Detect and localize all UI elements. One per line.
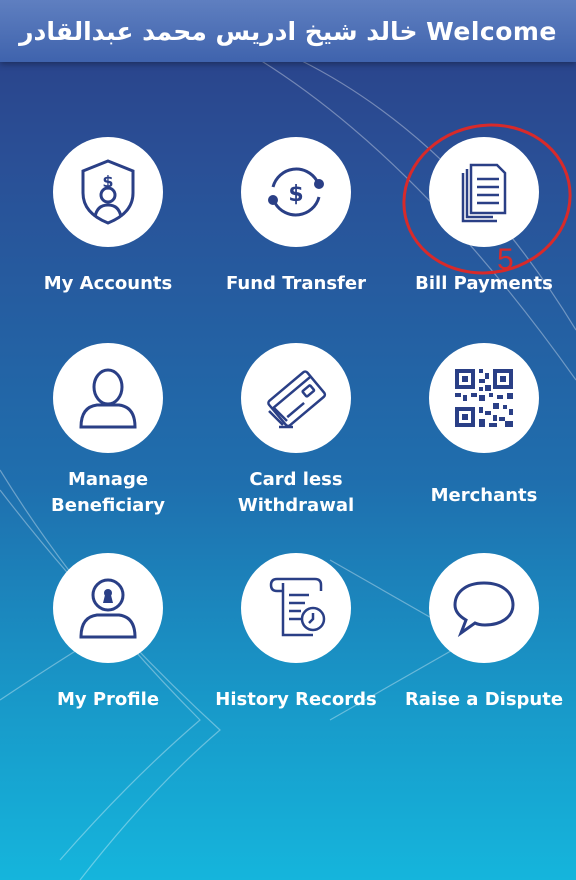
menu-icon-circle[interactable] bbox=[241, 343, 351, 453]
menu-label: Raise a Dispute bbox=[404, 689, 564, 710]
menu-merchants[interactable]: Merchants bbox=[399, 343, 569, 509]
menu-my-profile[interactable]: My Profile bbox=[23, 553, 193, 713]
history-scroll-icon bbox=[269, 577, 326, 637]
documents-icon bbox=[461, 163, 507, 223]
person-icon bbox=[79, 368, 137, 429]
app-header: خالد شيخ ادريس محمد عبدالقادر Welcome bbox=[0, 0, 576, 62]
svg-text:$: $ bbox=[102, 172, 113, 191]
card-icon bbox=[267, 370, 327, 429]
menu-label: My Profile bbox=[56, 689, 160, 710]
account-shield-icon: $ bbox=[81, 159, 135, 225]
menu-label: Manage Beneficiary bbox=[51, 469, 165, 516]
menu-my-accounts[interactable]: $ My Accounts bbox=[23, 137, 193, 297]
menu-icon-circle[interactable] bbox=[53, 553, 163, 663]
svg-text:$: $ bbox=[288, 182, 303, 207]
menu-icon-circle[interactable] bbox=[53, 343, 163, 453]
annotation-number: 5 bbox=[497, 243, 514, 276]
menu-cardless-withdrawal[interactable]: Card less Withdrawal bbox=[211, 343, 381, 519]
menu-raise-dispute[interactable]: Raise a Dispute bbox=[399, 553, 569, 713]
menu-icon-circle[interactable]: $ bbox=[53, 137, 163, 247]
profile-lock-icon bbox=[79, 578, 137, 639]
menu-icon-circle[interactable] bbox=[429, 553, 539, 663]
menu-fund-transfer[interactable]: $ Fund Transfer bbox=[211, 137, 381, 297]
welcome-title: خالد شيخ ادريس محمد عبدالقادر Welcome bbox=[19, 16, 557, 46]
menu-manage-beneficiary[interactable]: Manage Beneficiary bbox=[23, 343, 193, 519]
menu-icon-circle[interactable] bbox=[429, 343, 539, 453]
menu-label: Card less Withdrawal bbox=[237, 469, 355, 516]
menu-label: Bill Payments bbox=[415, 273, 553, 294]
menu-icon-circle[interactable] bbox=[429, 137, 539, 247]
speech-bubble-icon bbox=[453, 581, 515, 638]
menu-bill-payments[interactable]: Bill Payments bbox=[399, 137, 569, 297]
menu-label: My Accounts bbox=[43, 273, 173, 294]
menu-icon-circle[interactable]: $ bbox=[241, 137, 351, 247]
menu-label: Fund Transfer bbox=[226, 273, 366, 294]
menu-label: Merchants bbox=[430, 485, 538, 506]
menu-icon-circle[interactable] bbox=[241, 553, 351, 663]
fund-transfer-icon: $ bbox=[268, 167, 324, 217]
menu-history-records[interactable]: History Records bbox=[211, 553, 381, 713]
qr-code-icon bbox=[455, 369, 513, 427]
menu-label: History Records bbox=[215, 689, 377, 710]
